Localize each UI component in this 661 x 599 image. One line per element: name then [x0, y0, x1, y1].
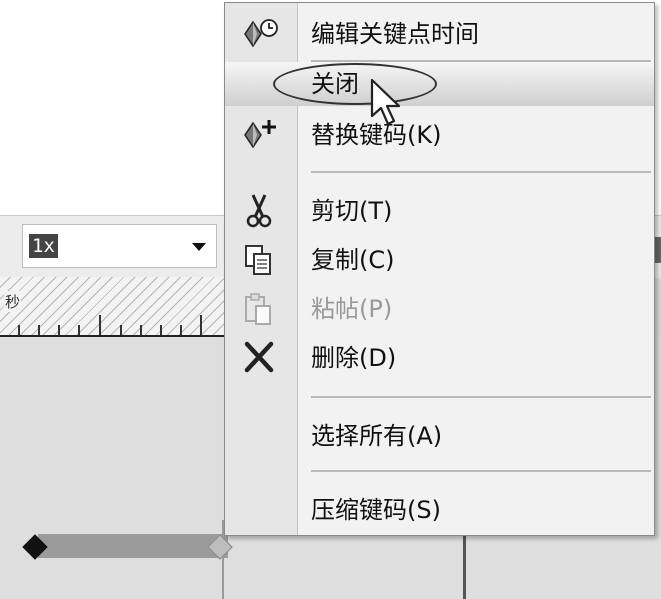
keyframe-clock-icon [239, 16, 279, 52]
menu-item-label: 剪切(T) [311, 197, 393, 225]
menu-item-copy[interactable]: 复制(C) [225, 237, 654, 283]
ruler-tick [180, 325, 182, 335]
ruler-tick [38, 325, 40, 335]
menu-item-label: 关闭 [311, 70, 359, 98]
menu-item-compress-key[interactable]: 压缩键码(S) [225, 487, 654, 533]
paste-icon [239, 291, 279, 327]
ruler-tick [160, 325, 162, 335]
copy-icon [239, 242, 279, 278]
timeline-ruler[interactable]: 秒 [0, 277, 240, 337]
menu-item-cut[interactable]: 剪切(T) [225, 188, 654, 234]
ruler-tick [18, 325, 20, 335]
playback-speed-value: 1x [29, 234, 58, 258]
scrollbar-edge[interactable] [655, 237, 661, 263]
mouse-cursor-icon [370, 78, 401, 126]
ruler-tick [200, 315, 202, 335]
menu-separator [311, 470, 651, 472]
menu-separator [311, 171, 651, 173]
ruler-tick [58, 325, 60, 335]
menu-item-label: 选择所有(A) [311, 422, 443, 450]
menu-item-close[interactable]: 关闭 [225, 62, 654, 106]
ruler-tick [140, 325, 142, 335]
menu-item-delete[interactable]: 删除(D) [225, 335, 654, 381]
scissors-icon [239, 193, 279, 229]
delete-x-icon [239, 340, 279, 376]
dropdown-arrow-icon[interactable] [192, 243, 206, 251]
ruler-tick [120, 325, 122, 335]
ruler-unit-label: 秒 [4, 291, 22, 312]
menu-item-label: 粘帖(P) [311, 295, 393, 323]
keyframe-range-bar[interactable] [38, 534, 228, 558]
menu-separator [311, 396, 651, 398]
menu-item-label: 复制(C) [311, 246, 395, 274]
menu-item-label: 压缩键码(S) [311, 496, 441, 524]
context-menu: 编辑关键点时间 关闭 替换键码(K) 剪切(T) 复制(C) 粘帖(P) 删除(… [224, 2, 655, 536]
menu-item-edit-key-time[interactable]: 编辑关键点时间 [225, 11, 654, 57]
menu-item-select-all[interactable]: 选择所有(A) [225, 413, 654, 459]
ruler-tick [78, 325, 80, 335]
menu-item-replace-key[interactable]: 替换键码(K) [225, 112, 654, 158]
keyframe-add-icon [239, 117, 279, 153]
menu-item-label: 编辑关键点时间 [311, 20, 479, 48]
menu-item-label: 删除(D) [311, 344, 397, 372]
menu-item-paste[interactable]: 粘帖(P) [225, 286, 654, 332]
playback-speed-select[interactable]: 1x [22, 224, 217, 268]
ruler-tick [99, 315, 101, 335]
